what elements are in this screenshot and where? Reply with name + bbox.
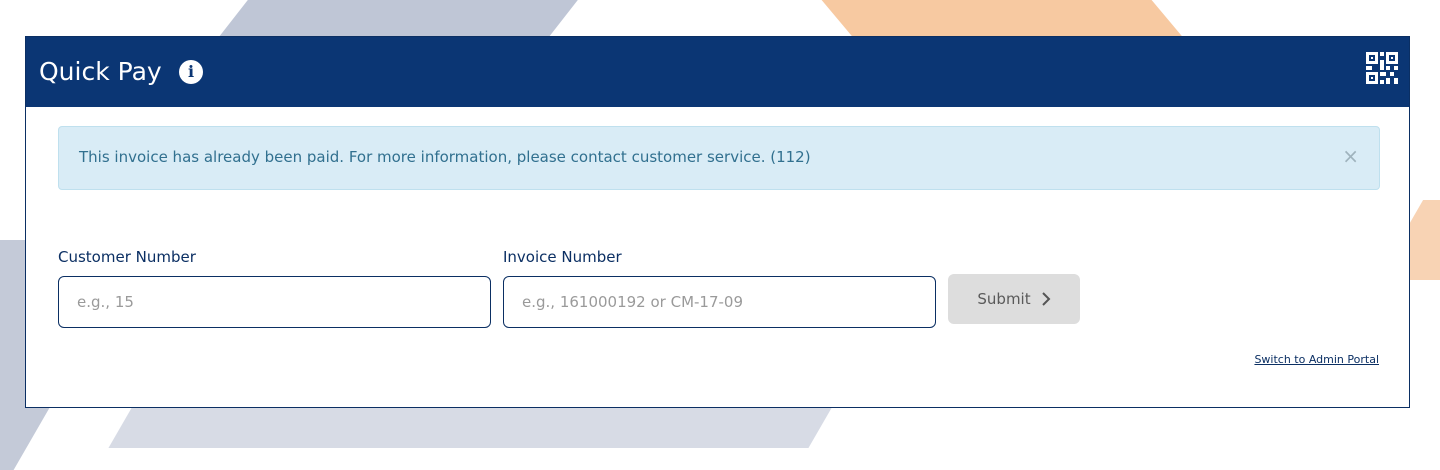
switch-to-admin-portal-link[interactable]: Switch to Admin Portal [1254, 353, 1379, 366]
background-stripe-bottom [108, 408, 832, 448]
chevron-right-icon [1041, 292, 1051, 306]
background-stripe-blue [216, 0, 594, 40]
invoice-number-input[interactable] [503, 276, 936, 328]
quick-pay-card: Quick Pay i This invoice has already bee… [25, 36, 1410, 408]
customer-number-input[interactable] [58, 276, 491, 328]
background-stripe-orange [804, 0, 1186, 40]
customer-number-label: Customer Number [58, 248, 196, 266]
submit-button-label: Submit [977, 290, 1031, 308]
submit-button[interactable]: Submit [948, 274, 1080, 324]
info-icon[interactable]: i [179, 60, 203, 84]
alert-message-box: This invoice has already been paid. For … [58, 126, 1380, 190]
qr-code-icon[interactable] [1366, 52, 1398, 84]
card-header: Quick Pay i [26, 37, 1409, 107]
page-title: Quick Pay [39, 57, 162, 86]
qr-code-icon-graphic [1366, 52, 1398, 84]
alert-text: This invoice has already been paid. For … [79, 148, 811, 166]
invoice-number-label: Invoice Number [503, 248, 622, 266]
close-icon[interactable]: × [1342, 146, 1359, 166]
